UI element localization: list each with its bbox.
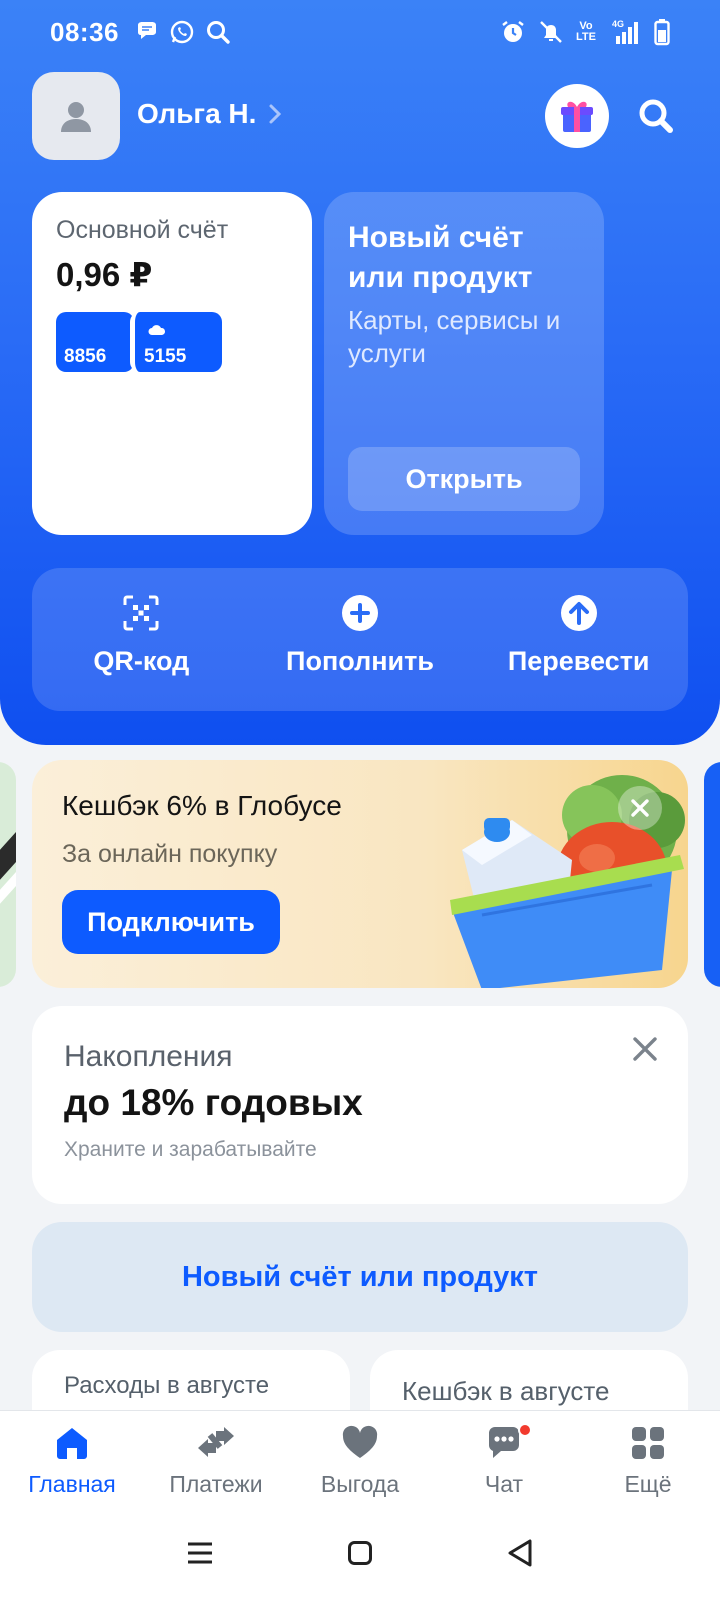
home-icon (57, 1428, 87, 1459)
tab-home[interactable]: Главная (0, 1411, 144, 1510)
message-icon (135, 19, 159, 45)
tab-benefits[interactable]: Выгода (288, 1411, 432, 1510)
account-balance: 0,96 ₽ (56, 256, 153, 293)
chevron-right-icon (269, 104, 282, 124)
close-banner-button[interactable] (618, 786, 662, 830)
close-savings-button[interactable] (632, 1036, 658, 1067)
open-button[interactable]: Открыть (348, 447, 580, 511)
savings-card[interactable]: Накопления до 18% годовых Храните и зара… (32, 1006, 688, 1204)
alarm-icon (500, 19, 526, 45)
new-product-subtitle: Карты, сервисы и услуги (348, 305, 561, 368)
back-nav-button[interactable] (506, 1538, 534, 1573)
tab-more[interactable]: Ещё (576, 1411, 720, 1510)
account-label: Основной счёт (56, 216, 229, 244)
profile-link[interactable]: Ольга Н. (137, 98, 282, 130)
gift-button[interactable] (545, 84, 609, 148)
mute-bell-icon (538, 19, 564, 45)
main-account-card[interactable]: Основной счёт 0,96 ₽ 8856 5155 (32, 192, 312, 535)
back-triangle-icon (508, 1539, 532, 1566)
bottom-tab-bar: Главная Платежи Выгода Чат Ещё (0, 1410, 720, 1510)
user-icon (61, 102, 91, 132)
promo-title: Кешбэк 6% в Глобусе (62, 790, 342, 821)
header-panel: 08:36 Vo LTE 4G Ольга Н. Основной счёт 0… (0, 0, 720, 745)
volte-indicator: Vo LTE (576, 20, 596, 43)
savings-title: Накопления (64, 1040, 233, 1073)
new-product-title: Новый счёт или продукт (348, 221, 533, 294)
search-button[interactable] (636, 96, 676, 141)
close-icon (631, 799, 649, 817)
tab-chat[interactable]: Чат (432, 1411, 576, 1510)
signal-icon: 4G (608, 18, 642, 46)
battery-icon (654, 18, 670, 46)
chat-badge (518, 1423, 532, 1437)
tab-payments[interactable]: Платежи (144, 1411, 288, 1510)
close-icon (633, 1037, 657, 1061)
plus-circle-icon (342, 595, 378, 631)
heart-icon (342, 1425, 378, 1458)
qr-scan-icon (123, 595, 159, 631)
promo-banner[interactable]: Кешбэк 6% в Глобусе За онлайн покупку По… (32, 760, 688, 988)
card-8856[interactable]: 8856 (56, 312, 134, 372)
gift-icon (561, 101, 593, 132)
avatar[interactable] (32, 72, 120, 160)
arrow-up-circle-icon (560, 595, 597, 631)
connect-button[interactable]: Подключить (62, 890, 280, 954)
search-icon (639, 99, 673, 133)
card-5155[interactable]: 5155 (130, 312, 222, 372)
menu-nav-button[interactable] (186, 1541, 214, 1570)
user-name: Ольга Н. (137, 98, 257, 129)
home-nav-button[interactable] (347, 1540, 373, 1571)
quick-actions: QR-код Пополнить Перевести (32, 568, 688, 711)
search-status-icon (205, 19, 231, 45)
status-bar: 08:36 Vo LTE 4G (50, 14, 670, 50)
top-up-action[interactable]: Пополнить (251, 568, 470, 711)
square-icon (347, 1540, 372, 1565)
new-product-card[interactable]: Новый счёт или продукт Карты, сервисы и … (324, 192, 604, 535)
savings-subtitle: Храните и зарабатывайте (64, 1138, 317, 1161)
prev-banner-peek[interactable] (0, 762, 16, 987)
cloud-icon (148, 325, 166, 335)
system-nav-bar (0, 1510, 720, 1600)
promo-subtitle: За онлайн покупку (62, 840, 278, 868)
svg-text:4G: 4G (612, 19, 624, 29)
menu-icon (188, 1542, 213, 1563)
status-time: 08:36 (50, 16, 119, 47)
savings-headline: до 18% годовых (64, 1082, 363, 1123)
whatsapp-icon (169, 19, 195, 45)
new-product-button[interactable]: Новый счёт или продукт (32, 1222, 688, 1332)
next-banner-peek[interactable] (704, 762, 720, 987)
qr-code-action[interactable]: QR-код (32, 568, 251, 711)
transfer-arrows-icon (198, 1427, 234, 1457)
grid-icon (632, 1427, 664, 1459)
transfer-action[interactable]: Перевести (469, 568, 688, 711)
